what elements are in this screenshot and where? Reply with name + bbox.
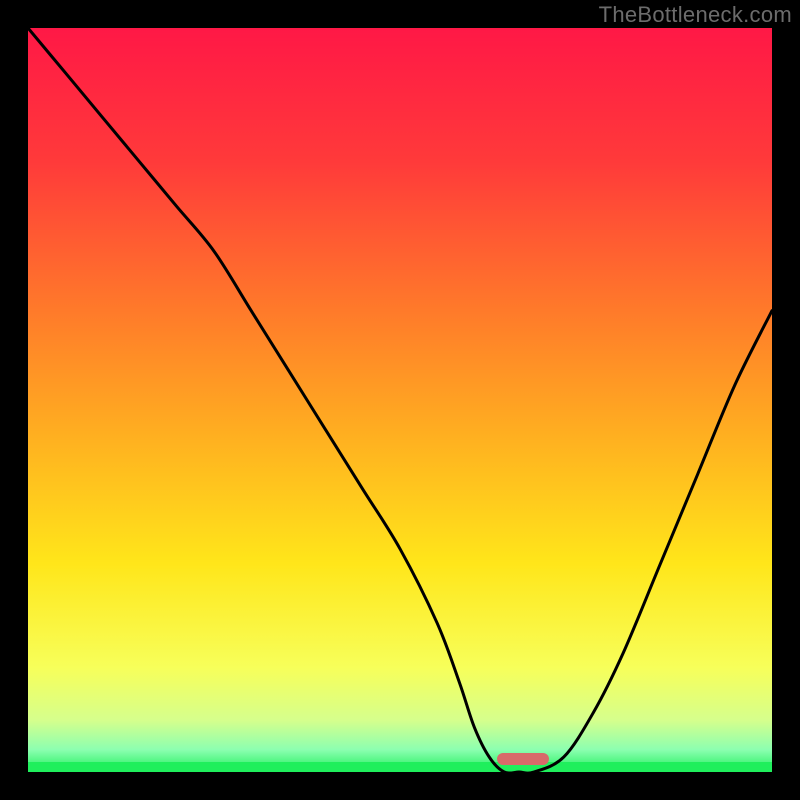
watermark-text: TheBottleneck.com — [599, 2, 792, 28]
optimal-range-marker — [497, 753, 549, 765]
bottleneck-curve — [28, 28, 772, 772]
plot-area — [28, 28, 772, 772]
chart-frame: TheBottleneck.com — [0, 0, 800, 800]
